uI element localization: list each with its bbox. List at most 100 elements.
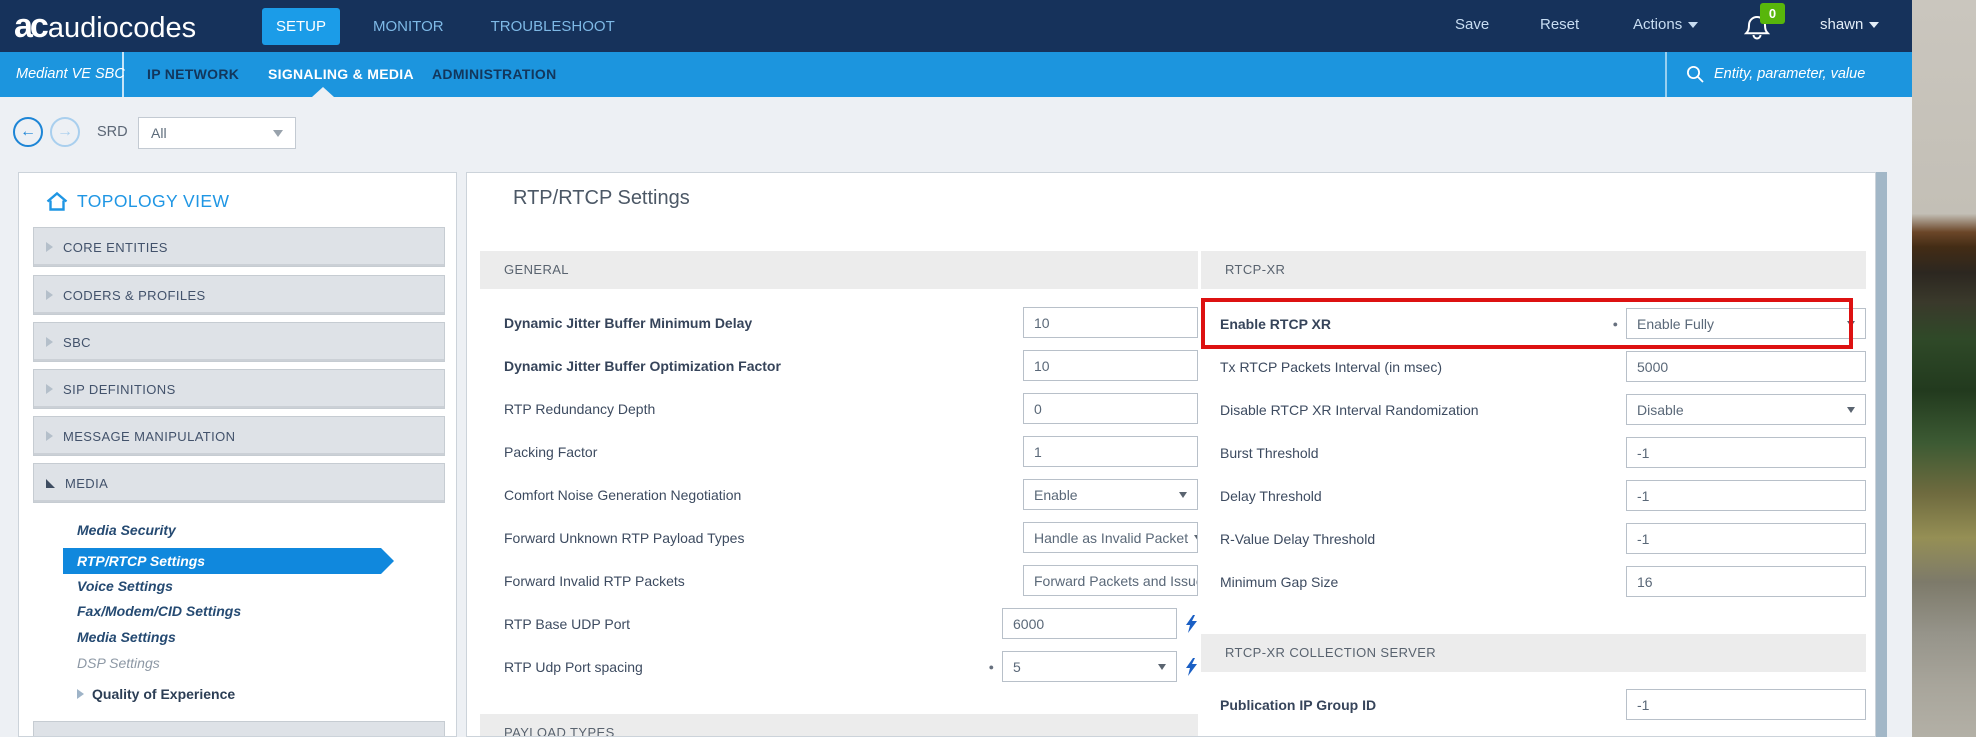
param-input[interactable]: -1 [1626,689,1866,720]
param-input[interactable]: -1 [1626,480,1866,511]
sidebar-item-fax-modem-cid-settings[interactable]: Fax/Modem/CID Settings [77,600,241,622]
chevron-down-icon [1869,22,1880,29]
sidebar-item-dsp-settings[interactable]: DSP Settings [77,652,160,674]
param-label: RTP Base UDP Port [504,615,631,632]
param-row-tx-rtcp-packets-interval-in-msec: Tx RTCP Packets Interval (in msec) 5000 [1201,351,1866,382]
sidebar-section-label: MESSAGE MANIPULATION [63,428,236,444]
triangle-collapsed-icon [46,337,53,347]
param-select[interactable]: 5 [1002,651,1177,682]
navigate-forward-button[interactable]: → [50,117,80,147]
param-row-rtp-redundancy-depth: RTP Redundancy Depth 0 [480,393,1198,424]
param-input[interactable]: 10 [1023,350,1198,381]
chevron-down-icon [1688,22,1699,29]
sidebar-section-sbc[interactable]: SBC [33,322,445,362]
param-select[interactable]: Forward Packets and Issue War [1023,565,1198,596]
param-input[interactable]: 10 [1023,307,1198,338]
sidebar-section-sip-definitions[interactable]: SIP DEFINITIONS [33,369,445,409]
navigation-sidebar: TOPOLOGY VIEW CORE ENTITIES CODERS & PROF… [18,172,457,737]
param-label: Dynamic Jitter Buffer Minimum Delay [504,314,753,331]
notification-count-badge: 0 [1760,3,1785,24]
param-label: Packing Factor [504,443,598,460]
sidebar-section-label: MEDIA [65,475,109,491]
param-row-dynamic-jitter-buffer-optimization-factor: Dynamic Jitter Buffer Optimization Facto… [480,350,1198,381]
param-select[interactable]: Enable [1023,479,1198,510]
param-select[interactable]: Handle as Invalid Packet [1023,522,1198,553]
chevron-down-icon [1847,406,1855,413]
sidebar-item-rtp-rtcp-settings-selected[interactable]: RTP/RTCP Settings [63,548,394,574]
chevron-down-icon [273,129,283,137]
active-tab-notch [312,87,334,97]
param-input[interactable]: 0 [1023,393,1198,424]
param-row-publication-ip-group-id: Publication IP Group ID -1 [1201,689,1866,720]
param-label: Delay Threshold [1220,487,1322,504]
param-label: Tx RTCP Packets Interval (in msec) [1220,358,1442,375]
sidebar-section-coders-profiles[interactable]: CODERS & PROFILES [33,275,445,315]
top-tab-setup[interactable]: SETUP [262,8,341,45]
sidebar-section-message-manipulation[interactable]: MESSAGE MANIPULATION [33,416,445,456]
divider [1665,52,1667,97]
chevron-down-icon [1179,491,1187,498]
field-value: 5 [1013,658,1021,675]
param-row-delay-threshold: Delay Threshold -1 [1201,480,1866,511]
modified-dot-icon: ● [1612,318,1618,329]
param-input[interactable]: -1 [1626,437,1866,468]
device-name: Mediant VE SBC [16,66,125,82]
nav-tab-ip-network[interactable]: IP NETWORK [147,52,239,97]
reset-button[interactable]: Reset [1540,16,1579,33]
field-value: Disable [1637,401,1684,418]
triangle-collapsed-icon [46,431,53,441]
main-content-panel: RTP/RTCP Settings GENERAL Dynamic Jitter… [466,172,1876,737]
field-value: -1 [1637,696,1650,713]
param-input[interactable]: 5000 [1626,351,1866,382]
param-input[interactable]: -1 [1626,523,1866,554]
section-header-rtcp-xr-collection-server: RTCP-XR COLLECTION SERVER [1201,634,1866,672]
sidebar-section-label: SBC [63,334,91,350]
param-input[interactable]: 1 [1023,436,1198,467]
param-label: Minimum Gap Size [1220,573,1339,590]
param-row-dynamic-jitter-buffer-minimum-delay: Dynamic Jitter Buffer Minimum Delay 10 [480,307,1198,338]
triangle-collapsed-icon [46,242,53,252]
param-label: Dynamic Jitter Buffer Optimization Facto… [504,357,781,374]
field-value: 1 [1034,443,1042,460]
sidebar-item-voice-settings[interactable]: Voice Settings [77,575,173,597]
actions-menu-button[interactable]: Actions [1633,16,1699,33]
user-menu-button[interactable]: shawn [1820,16,1880,33]
sidebar-item-media-security[interactable]: Media Security [77,519,176,541]
divider [122,52,124,97]
nav-tab-administration[interactable]: ADMINISTRATION [432,52,557,97]
save-button[interactable]: Save [1455,16,1489,33]
app-window: ac audiocodes SETUP MONITOR TROUBLESHOOT S… [0,0,1976,737]
sidebar-item-media-settings[interactable]: Media Settings [77,626,176,648]
page-title: RTP/RTCP Settings [513,187,690,209]
sidebar-item-quality-of-experience[interactable]: Quality of Experience [77,683,235,705]
param-input[interactable]: 16 [1626,566,1866,597]
navigate-back-button[interactable]: ← [13,117,43,147]
sidebar-section-label: CORE ENTITIES [63,239,168,255]
audiocodes-logo: ac audiocodes [14,9,196,45]
field-value: -1 [1637,487,1650,504]
field-value: Handle as Invalid Packet [1034,529,1189,546]
srd-dropdown[interactable]: All [138,117,296,149]
field-value: Forward Packets and Issue War [1034,572,1197,589]
topology-view-link[interactable]: TOPOLOGY VIEW [45,191,229,212]
param-input[interactable]: 6000 [1002,608,1177,639]
field-value: Enable Fully [1637,315,1715,332]
param-select[interactable]: Disable [1626,394,1866,425]
top-tab-monitor[interactable]: MONITOR [359,8,458,45]
search-input[interactable]: Entity, parameter, value [1714,52,1865,97]
sidebar-section-core-entities[interactable]: CORE ENTITIES [33,227,445,267]
nav-tab-signaling-media[interactable]: SIGNALING & MEDIA [268,52,414,97]
lightning-bolt-icon [1186,614,1197,633]
chevron-down-icon [1847,320,1855,327]
param-label: Comfort Noise Generation Negotiation [504,486,742,503]
field-value: Enable [1034,486,1078,503]
param-select[interactable]: Enable Fully [1626,308,1866,339]
chevron-down-icon [1194,534,1197,541]
field-value: -1 [1637,530,1650,547]
field-value: 10 [1034,357,1050,374]
top-tab-troubleshoot[interactable]: TROUBLESHOOT [477,8,629,45]
param-label: RTP Udp Port spacing [504,658,643,675]
vertical-scrollbar[interactable] [1876,172,1887,737]
sidebar-section-media[interactable]: MEDIA [33,463,445,503]
sidebar-section-partial[interactable] [33,721,445,736]
